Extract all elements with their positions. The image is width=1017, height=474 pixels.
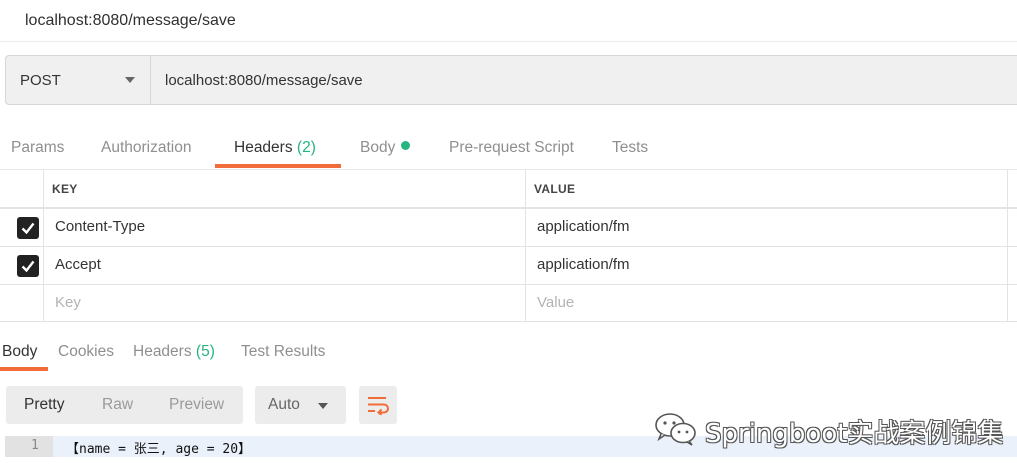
tab-tests[interactable]: Tests — [612, 139, 648, 157]
tab-authorization[interactable]: Authorization — [101, 139, 191, 157]
row-checkbox[interactable] — [17, 255, 39, 277]
active-response-tab-indicator — [0, 367, 48, 371]
new-value-input[interactable]: Value — [537, 294, 574, 311]
request-bar: POST localhost:8080/message/save — [5, 55, 1017, 105]
tab-body-label: Body — [360, 139, 396, 156]
row-divider — [0, 246, 1017, 247]
tab-prerequest-script[interactable]: Pre-request Script — [449, 139, 574, 157]
tab-response-body[interactable]: Body — [2, 343, 37, 361]
tab-body[interactable]: Body — [360, 139, 411, 157]
row-divider — [0, 207, 1017, 209]
tab-test-results[interactable]: Test Results — [241, 343, 325, 361]
header-value-cell[interactable]: application/fm — [537, 256, 630, 273]
header-key-cell[interactable]: Accept — [55, 256, 101, 273]
format-label: Auto — [268, 396, 300, 413]
column-header-value: VALUE — [534, 182, 576, 196]
status-dot-icon — [401, 141, 411, 150]
tab-headers-count: (2) — [296, 139, 316, 156]
view-mode-group: Pretty Raw Preview — [6, 386, 243, 424]
header-value-cell[interactable]: application/fm — [537, 218, 630, 235]
method-label: POST — [20, 72, 61, 89]
checkmark-icon — [21, 260, 35, 273]
request-tabs: Params Authorization Headers (2) Body Pr… — [0, 130, 1017, 170]
headers-table: KEY VALUE Content-Type application/fm Ac… — [0, 170, 1017, 322]
active-tab-indicator — [215, 164, 341, 168]
column-header-key: KEY — [52, 182, 78, 196]
request-title: localhost:8080/message/save — [25, 12, 236, 29]
pretty-button[interactable]: Pretty — [24, 396, 64, 414]
tab-headers[interactable]: Headers (2) — [234, 139, 316, 157]
line-number-gutter: 1 — [5, 436, 53, 457]
response-body-text: 【name = 张三, age = 20】 — [66, 442, 252, 457]
wrap-lines-button[interactable] — [359, 386, 397, 424]
preview-button[interactable]: Preview — [169, 396, 224, 414]
tab-response-headers-count: (5) — [195, 343, 215, 360]
new-key-input[interactable]: Key — [55, 294, 81, 311]
tab-response-headers[interactable]: Headers (5) — [133, 343, 215, 361]
watermark-text: Springboot实战案例锦集 — [705, 419, 1004, 449]
tab-response-headers-label: Headers — [133, 343, 192, 360]
method-select[interactable]: POST — [6, 56, 151, 104]
response-tabs: Body Cookies Headers (5) Test Results — [0, 322, 1017, 372]
tab-params[interactable]: Params — [11, 139, 64, 157]
chevron-down-icon — [318, 403, 328, 409]
tab-headers-label: Headers — [234, 139, 293, 156]
chevron-down-icon — [125, 77, 135, 83]
url-input[interactable]: localhost:8080/message/save — [165, 72, 363, 89]
row-divider — [0, 284, 1017, 285]
format-select[interactable]: Auto — [255, 386, 346, 424]
checkmark-icon — [21, 222, 35, 235]
raw-button[interactable]: Raw — [102, 396, 133, 414]
title-bar: localhost:8080/message/save — [0, 0, 1017, 42]
tab-cookies[interactable]: Cookies — [58, 343, 114, 361]
row-checkbox[interactable] — [17, 217, 39, 239]
line-number: 1 — [31, 438, 39, 453]
wrap-lines-icon — [368, 397, 389, 415]
header-key-cell[interactable]: Content-Type — [55, 218, 145, 235]
wechat-icon — [655, 413, 696, 446]
